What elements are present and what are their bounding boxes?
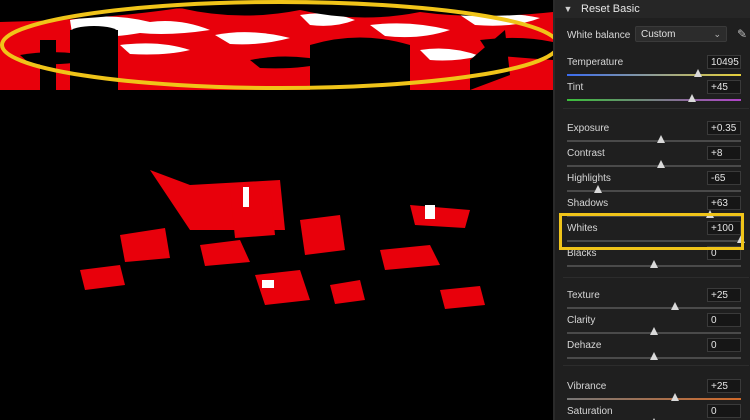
caret-down-icon: ⌄ [713,29,721,39]
exposure-slider-track[interactable] [567,140,741,142]
exposure-label: Exposure [567,123,610,134]
slider-highlights: Highlights -65 [567,171,743,197]
slider-clarity: Clarity 0 [567,313,743,339]
tint-slider-track[interactable] [567,99,741,101]
white-balance-value: Custom [641,29,676,40]
temperature-slider-track[interactable] [567,74,741,76]
white-balance-label: White balance [567,29,631,41]
tint-label: Tint [567,82,584,93]
texture-slider-thumb[interactable] [671,302,679,310]
section-separator [563,277,749,278]
dehaze-label: Dehaze [567,340,602,351]
white-balance-select[interactable]: Custom ⌄ [635,26,727,42]
slider-temperature: Temperature 10495 [567,55,743,81]
basic-panel: ▼ Reset Basic White balance Custom ⌄ ✎ T… [555,0,750,420]
dehaze-slider-thumb[interactable] [650,352,658,360]
tint-slider-thumb[interactable] [688,94,696,102]
eyedropper-icon[interactable]: ✎ [735,26,749,42]
contrast-value-field[interactable]: +8 [707,146,741,160]
contrast-label: Contrast [567,148,605,159]
contrast-slider-thumb[interactable] [657,160,665,168]
shadows-value-field[interactable]: +63 [707,196,741,210]
clarity-slider-thumb[interactable] [650,327,658,335]
temperature-value-field[interactable]: 10495 [707,55,741,69]
slider-vibrance: Vibrance +25 [567,379,743,405]
panel-header[interactable]: ▼ Reset Basic [555,0,750,18]
dehaze-value-field[interactable]: 0 [707,338,741,352]
photo-preview[interactable] [0,0,553,420]
whites-highlight-box [559,213,744,250]
clarity-value-field[interactable]: 0 [707,313,741,327]
highlights-label: Highlights [567,173,611,184]
slider-exposure: Exposure +0.35 [567,121,743,147]
highlights-slider-thumb[interactable] [594,185,602,193]
exposure-value-field[interactable]: +0.35 [707,121,741,135]
texture-label: Texture [567,290,600,301]
blacks-slider-thumb[interactable] [650,260,658,268]
slider-tint: Tint +45 [567,80,743,106]
slider-blacks: Blacks 0 [567,246,743,272]
texture-slider-track[interactable] [567,307,741,309]
section-separator [563,365,749,366]
temperature-slider-thumb[interactable] [694,69,702,77]
section-separator [563,108,749,109]
exposure-slider-thumb[interactable] [657,135,665,143]
clarity-label: Clarity [567,315,596,326]
saturation-label: Saturation [567,406,613,417]
vibrance-slider-thumb[interactable] [671,393,679,401]
temperature-label: Temperature [567,57,624,68]
white-balance-row: White balance Custom ⌄ ✎ [567,26,747,44]
slider-dehaze: Dehaze 0 [567,338,743,364]
vibrance-label: Vibrance [567,381,607,392]
slider-texture: Texture +25 [567,288,743,314]
vibrance-slider-track[interactable] [567,398,741,400]
shadows-label: Shadows [567,198,609,209]
tint-value-field[interactable]: +45 [707,80,741,94]
saturation-value-field[interactable]: 0 [707,404,741,418]
texture-value-field[interactable]: +25 [707,288,741,302]
vibrance-value-field[interactable]: +25 [707,379,741,393]
sky-highlight-ellipse [0,0,553,90]
highlights-value-field[interactable]: -65 [707,171,741,185]
panel-title: Reset Basic [581,3,640,15]
slider-contrast: Contrast +8 [567,146,743,172]
chevron-down-icon[interactable]: ▼ [561,4,575,14]
contrast-slider-track[interactable] [567,165,741,167]
slider-saturation: Saturation 0 [567,404,743,420]
